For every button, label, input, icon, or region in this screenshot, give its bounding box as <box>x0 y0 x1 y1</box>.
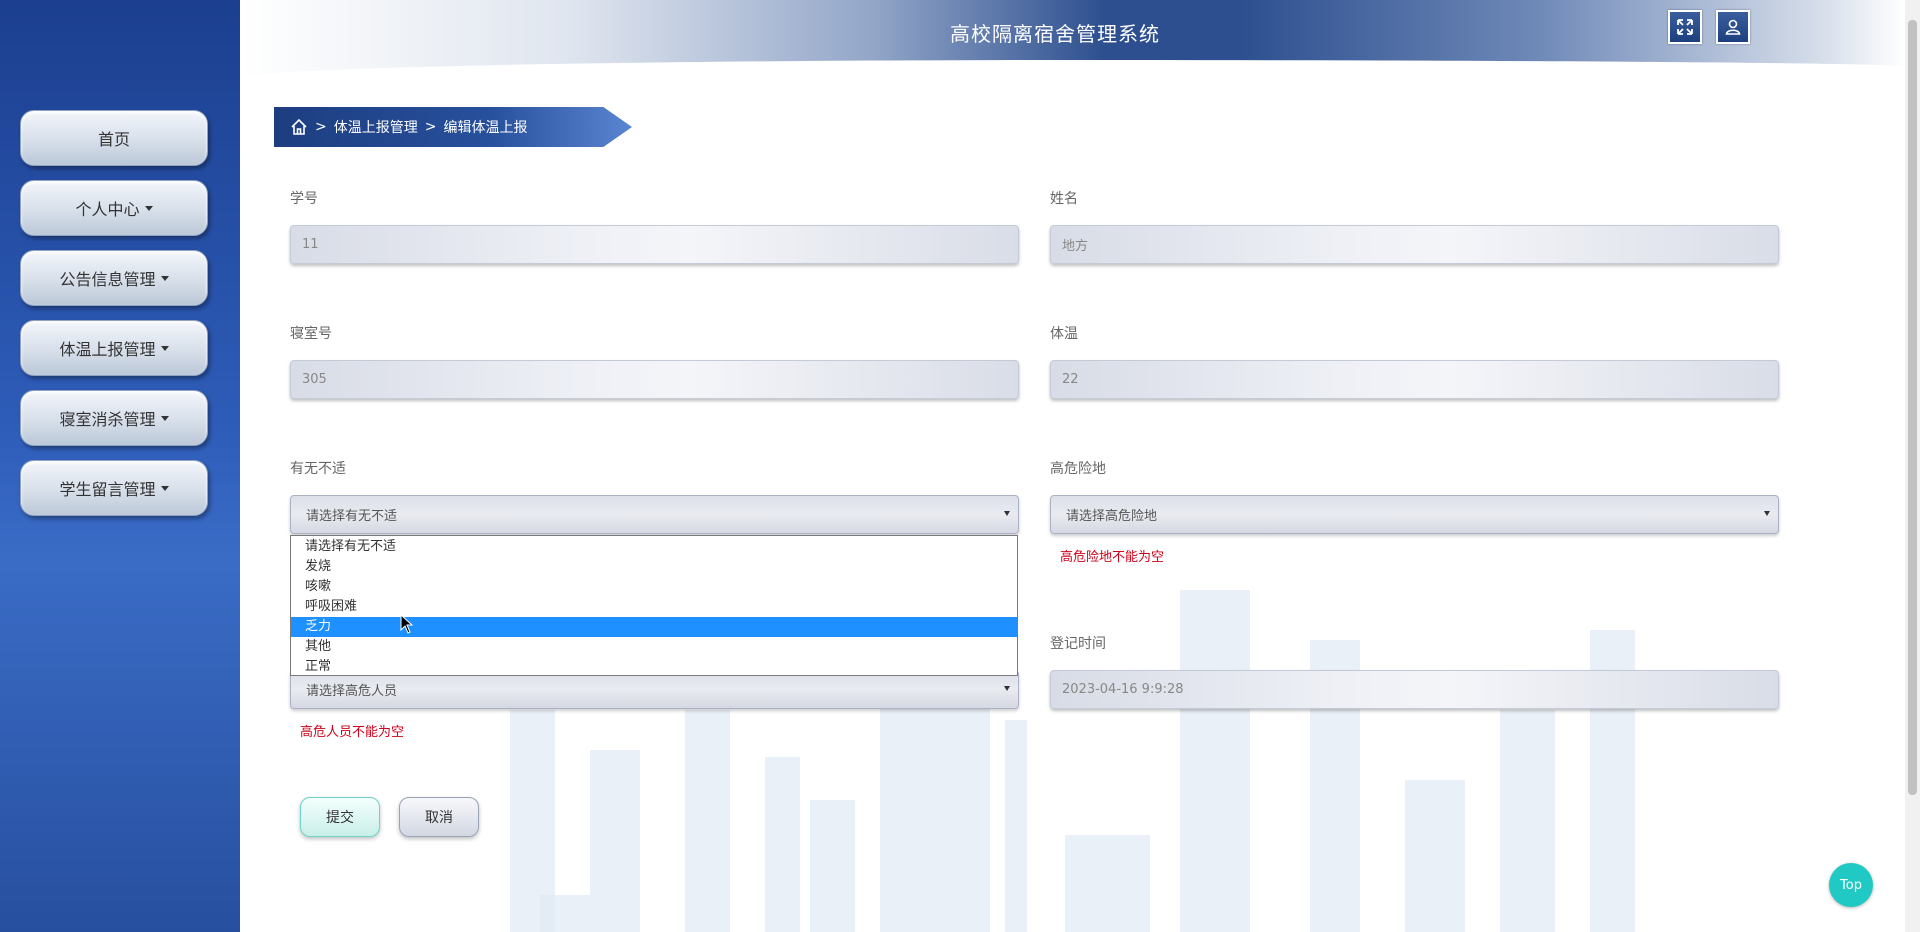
discomfort-select-value: 请选择有无不适 <box>306 509 398 524</box>
sidebar-item-student-messages[interactable]: 学生留言管理 <box>20 460 208 516</box>
student-id-field[interactable]: 11 <box>290 225 1019 264</box>
name-value: 地方 <box>1062 239 1089 254</box>
discomfort-label: 有无不适 <box>290 461 346 477</box>
home-icon[interactable] <box>290 118 308 136</box>
dropdown-option[interactable]: 请选择有无不适 <box>291 537 1017 557</box>
sidebar-item-home[interactable]: 首页 <box>20 110 208 166</box>
risk-area-error: 高危险地不能为空 <box>1060 550 1165 565</box>
temperature-label: 体温 <box>1050 326 1078 342</box>
caret-down-icon <box>160 415 169 421</box>
select-arrow-icon <box>1004 511 1010 516</box>
sidebar-item-temperature-reports[interactable]: 体温上报管理 <box>20 320 208 376</box>
mouse-cursor-icon <box>400 614 414 634</box>
risk-area-label: 高危险地 <box>1050 461 1106 477</box>
fullscreen-button[interactable] <box>1668 10 1702 44</box>
risk-person-select-value: 请选择高危人员 <box>306 684 398 699</box>
dorm-field[interactable]: 305 <box>290 360 1019 399</box>
breadcrumb-level1[interactable]: 体温上报管理 <box>334 117 418 137</box>
temperature-value: 22 <box>1062 372 1079 387</box>
caret-down-icon <box>144 205 153 211</box>
app-title: 高校隔离宿舍管理系统 <box>950 22 1160 46</box>
student-id-label: 学号 <box>290 191 318 207</box>
dropdown-option[interactable]: 咳嗽 <box>291 577 1017 597</box>
register-time-field[interactable]: 2023-04-16 9:9:28 <box>1050 670 1779 709</box>
cancel-button[interactable]: 取消 <box>399 797 479 837</box>
breadcrumb-separator: > <box>315 119 327 135</box>
sidebar-item-label: 体温上报管理 <box>59 340 156 359</box>
dropdown-option[interactable]: 正常 <box>291 657 1017 677</box>
sidebar-item-label: 寝室消杀管理 <box>59 410 156 429</box>
user-button[interactable] <box>1716 10 1750 44</box>
register-time-label: 登记时间 <box>1050 636 1106 652</box>
register-time-value: 2023-04-16 9:9:28 <box>1062 682 1184 697</box>
risk-person-error: 高危人员不能为空 <box>300 725 405 740</box>
sidebar-item-personal-center[interactable]: 个人中心 <box>20 180 208 236</box>
submit-button[interactable]: 提交 <box>300 797 380 837</box>
back-to-top-button[interactable]: Top <box>1829 863 1873 907</box>
student-id-value: 11 <box>302 237 319 252</box>
risk-area-select[interactable]: 请选择高危险地 <box>1050 495 1779 534</box>
select-arrow-icon <box>1764 511 1770 516</box>
dropdown-option[interactable]: 发烧 <box>291 557 1017 577</box>
caret-down-icon <box>160 275 169 281</box>
dorm-value: 305 <box>302 372 327 387</box>
select-arrow-icon <box>1004 686 1010 691</box>
risk-area-select-value: 请选择高危险地 <box>1066 509 1158 524</box>
discomfort-dropdown-list: 请选择有无不适 发烧 咳嗽 呼吸困难 乏力 其他 正常 <box>290 535 1018 676</box>
sidebar-item-label: 公告信息管理 <box>59 270 156 289</box>
sidebar-item-label: 首页 <box>97 130 130 149</box>
temperature-field[interactable]: 22 <box>1050 360 1779 399</box>
name-label: 姓名 <box>1050 191 1078 207</box>
user-icon <box>1725 19 1741 35</box>
breadcrumb-level2: 编辑体温上报 <box>443 120 528 136</box>
discomfort-select[interactable]: 请选择有无不适 <box>290 495 1019 534</box>
breadcrumb: > 体温上报管理 > 编辑体温上报 <box>274 107 632 147</box>
dropdown-option[interactable]: 其他 <box>291 637 1017 657</box>
fullscreen-icon <box>1677 19 1693 35</box>
breadcrumb-separator: > <box>424 119 437 135</box>
sidebar-item-dorm-disinfection[interactable]: 寝室消杀管理 <box>20 390 208 446</box>
scrollbar-thumb[interactable] <box>1908 20 1917 795</box>
caret-down-icon <box>160 485 169 491</box>
name-field[interactable]: 地方 <box>1050 225 1779 264</box>
caret-down-icon <box>160 345 169 351</box>
sidebar-item-label: 学生留言管理 <box>59 480 156 499</box>
dorm-label: 寝室号 <box>290 326 332 342</box>
sidebar-item-announcements[interactable]: 公告信息管理 <box>20 250 208 306</box>
sidebar-item-label: 个人中心 <box>75 200 140 219</box>
